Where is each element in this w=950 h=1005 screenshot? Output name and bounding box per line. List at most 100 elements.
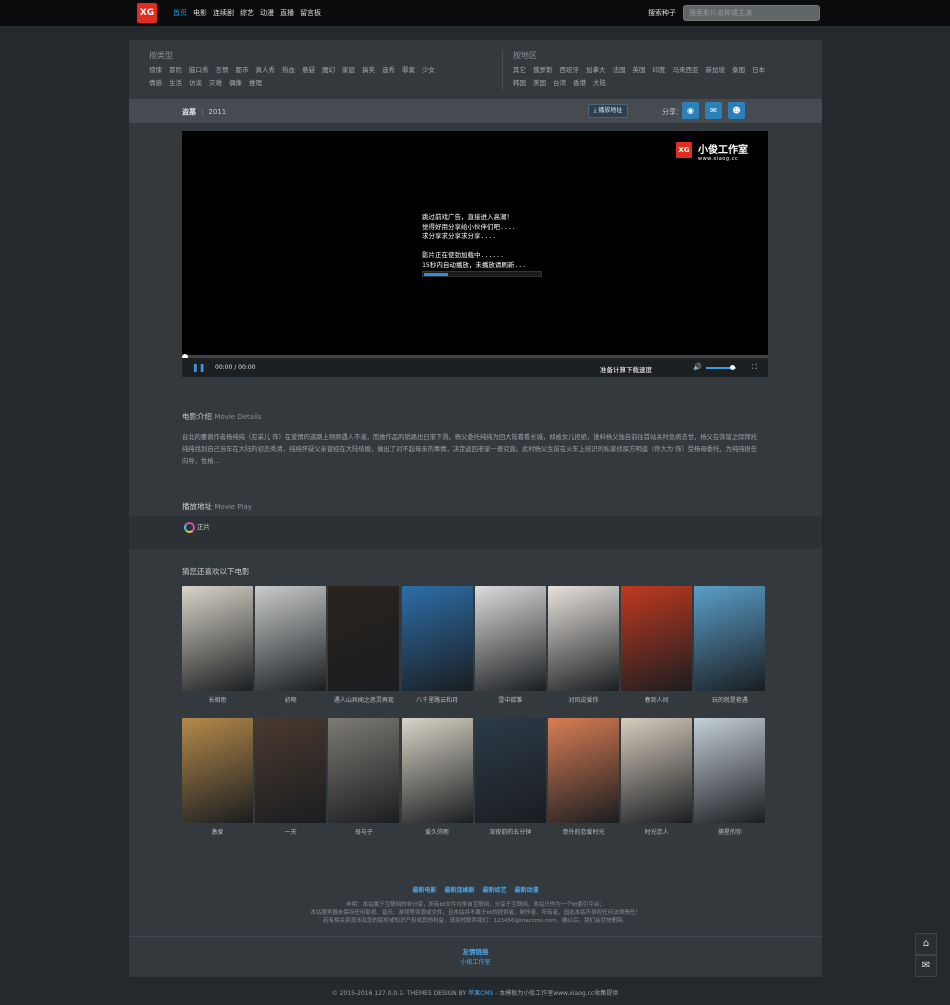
- movie-card[interactable]: 长相思: [182, 586, 253, 704]
- movie-poster[interactable]: [182, 586, 253, 691]
- friend-link[interactable]: 小俊工作室: [129, 957, 822, 966]
- type-filter-tag[interactable]: 惊悚: [149, 64, 162, 77]
- movie-poster[interactable]: [548, 586, 619, 691]
- region-filter-tag[interactable]: 日本: [752, 64, 765, 77]
- type-filter-tag[interactable]: 真人秀: [256, 64, 276, 77]
- movie-title[interactable]: 一天: [255, 827, 326, 836]
- movie-card[interactable]: 初吻: [255, 586, 327, 704]
- movie-card[interactable]: 捕星的你: [694, 718, 766, 836]
- movie-poster[interactable]: [474, 718, 546, 823]
- movie-card[interactable]: 遇人山异闻之恶灵再现: [328, 586, 400, 704]
- movie-poster[interactable]: [621, 718, 693, 823]
- type-filter-tag[interactable]: 魔幻: [322, 64, 335, 77]
- movie-card[interactable]: 春到人间: [621, 586, 693, 704]
- type-filter-tag[interactable]: 罪案: [402, 64, 415, 77]
- movie-card[interactable]: 深夜前的五分钟: [474, 718, 546, 836]
- movie-card[interactable]: 时光恋人: [621, 718, 693, 836]
- movie-poster[interactable]: [474, 586, 546, 691]
- region-filter-tag[interactable]: 泰国: [732, 64, 745, 77]
- nav-item[interactable]: 直播: [280, 8, 294, 18]
- region-filter-tag[interactable]: 香港: [573, 77, 586, 90]
- nav-item[interactable]: 留言板: [300, 8, 321, 18]
- type-filter-tag[interactable]: 情感: [149, 77, 162, 90]
- type-filter-tag[interactable]: 少女: [422, 64, 435, 77]
- movie-title[interactable]: 意外的恋爱时光: [548, 827, 619, 836]
- type-filter-tag[interactable]: 悬疑: [302, 64, 315, 77]
- region-filter-tag[interactable]: 法国: [613, 64, 626, 77]
- movie-title[interactable]: 雪中孤雏: [475, 695, 546, 704]
- movie-title[interactable]: 初吻: [255, 695, 326, 704]
- movie-poster[interactable]: [401, 718, 473, 823]
- type-filter-tag[interactable]: 访谈: [189, 77, 202, 90]
- movie-title[interactable]: 爱久弥新: [402, 827, 473, 836]
- movie-title[interactable]: 深夜前的五分钟: [475, 827, 546, 836]
- region-filter-tag[interactable]: 英国: [633, 64, 646, 77]
- movie-card[interactable]: 雪中孤雏: [474, 586, 546, 704]
- search-input[interactable]: 搜索影片名称或主演: [683, 5, 820, 21]
- movie-poster[interactable]: [621, 586, 693, 691]
- region-filter-tag[interactable]: 印度: [653, 64, 666, 77]
- region-filter-tag[interactable]: 马来西亚: [673, 64, 699, 77]
- type-filter-tag[interactable]: 选秀: [382, 64, 395, 77]
- movie-poster[interactable]: [255, 586, 327, 691]
- movie-title[interactable]: 母与子: [328, 827, 399, 836]
- region-filter-tag[interactable]: 台湾: [553, 77, 566, 90]
- site-logo[interactable]: XG: [137, 3, 157, 23]
- movie-title[interactable]: 盗墓: [182, 108, 196, 116]
- nav-item[interactable]: 电影: [193, 8, 207, 18]
- download-button[interactable]: ⤓ 播放地址: [588, 104, 628, 118]
- type-filter-tag[interactable]: 热血: [282, 64, 295, 77]
- type-filter-tag[interactable]: 推理: [249, 77, 262, 90]
- wechat-share-icon[interactable]: ✉: [705, 102, 722, 119]
- nav-item[interactable]: 动漫: [260, 8, 274, 18]
- weibo-share-icon[interactable]: ◉: [682, 102, 699, 119]
- region-filter-tag[interactable]: 韩国: [513, 77, 526, 90]
- movie-card[interactable]: 爱久弥新: [401, 718, 473, 836]
- pause-icon[interactable]: ❚❚: [192, 363, 205, 372]
- movie-poster[interactable]: [401, 586, 473, 691]
- movie-title[interactable]: 八千里路云和月: [402, 695, 473, 704]
- movie-poster[interactable]: [328, 586, 400, 691]
- movie-title[interactable]: 激爱: [182, 827, 253, 836]
- wechat-icon[interactable]: ✉: [915, 955, 937, 977]
- movie-title[interactable]: 时光恋人: [621, 827, 692, 836]
- region-filter-tag[interactable]: 俄罗斯: [533, 64, 553, 77]
- region-filter-tag[interactable]: 加拿大: [586, 64, 606, 77]
- movie-card[interactable]: 对风说爱你: [548, 586, 619, 704]
- type-filter-tag[interactable]: 家庭: [342, 64, 355, 77]
- play-source-link[interactable]: 正片: [184, 521, 210, 533]
- nav-item[interactable]: 连续剧: [213, 8, 234, 18]
- movie-card[interactable]: 激爱: [182, 718, 253, 836]
- volume-slider[interactable]: [706, 365, 736, 370]
- nav-item[interactable]: 首页: [173, 8, 187, 18]
- volume-icon[interactable]: 🔊: [693, 363, 702, 371]
- movie-poster[interactable]: [694, 586, 766, 691]
- movie-card[interactable]: 八千里路云和月: [401, 586, 473, 704]
- movie-title[interactable]: 长相思: [182, 695, 253, 704]
- type-filter-tag[interactable]: 偶像: [229, 77, 242, 90]
- movie-poster[interactable]: [548, 718, 619, 823]
- type-filter-tag[interactable]: 生活: [169, 77, 182, 90]
- movie-poster[interactable]: [694, 718, 766, 823]
- footer-link[interactable]: 最新电影: [412, 887, 436, 894]
- footer-link[interactable]: 最新综艺: [483, 887, 507, 894]
- designer-link[interactable]: 苹果CMS: [468, 990, 493, 997]
- home-icon[interactable]: ⌂: [915, 933, 937, 955]
- movie-title[interactable]: 遇人山异闻之恶灵再现: [328, 695, 399, 704]
- movie-poster[interactable]: [328, 718, 400, 823]
- movie-title[interactable]: 玩的就是艳遇: [694, 695, 765, 704]
- type-filter-tag[interactable]: 搞笑: [362, 64, 375, 77]
- type-filter-tag[interactable]: 冒险: [169, 64, 182, 77]
- movie-poster[interactable]: [182, 718, 253, 823]
- type-filter-tag[interactable]: 脑口秀: [189, 64, 209, 77]
- type-filter-tag[interactable]: 言情: [216, 64, 229, 77]
- video-player[interactable]: XG 小俊工作室 www.xiaog.cc 跳过前戏广告，直接进入高潮！ 觉得好用…: [182, 131, 768, 377]
- region-filter-tag[interactable]: 西班牙: [560, 64, 580, 77]
- region-filter-tag[interactable]: 新加坡: [706, 64, 726, 77]
- movie-card[interactable]: 母与子: [328, 718, 400, 836]
- footer-link[interactable]: 最新连续剧: [444, 887, 474, 894]
- region-filter-tag[interactable]: 其它: [513, 64, 526, 77]
- seed-search-link[interactable]: 搜索种子: [648, 8, 676, 18]
- movie-card[interactable]: 玩的就是艳遇: [694, 586, 766, 704]
- movie-title[interactable]: 捕星的你: [694, 827, 765, 836]
